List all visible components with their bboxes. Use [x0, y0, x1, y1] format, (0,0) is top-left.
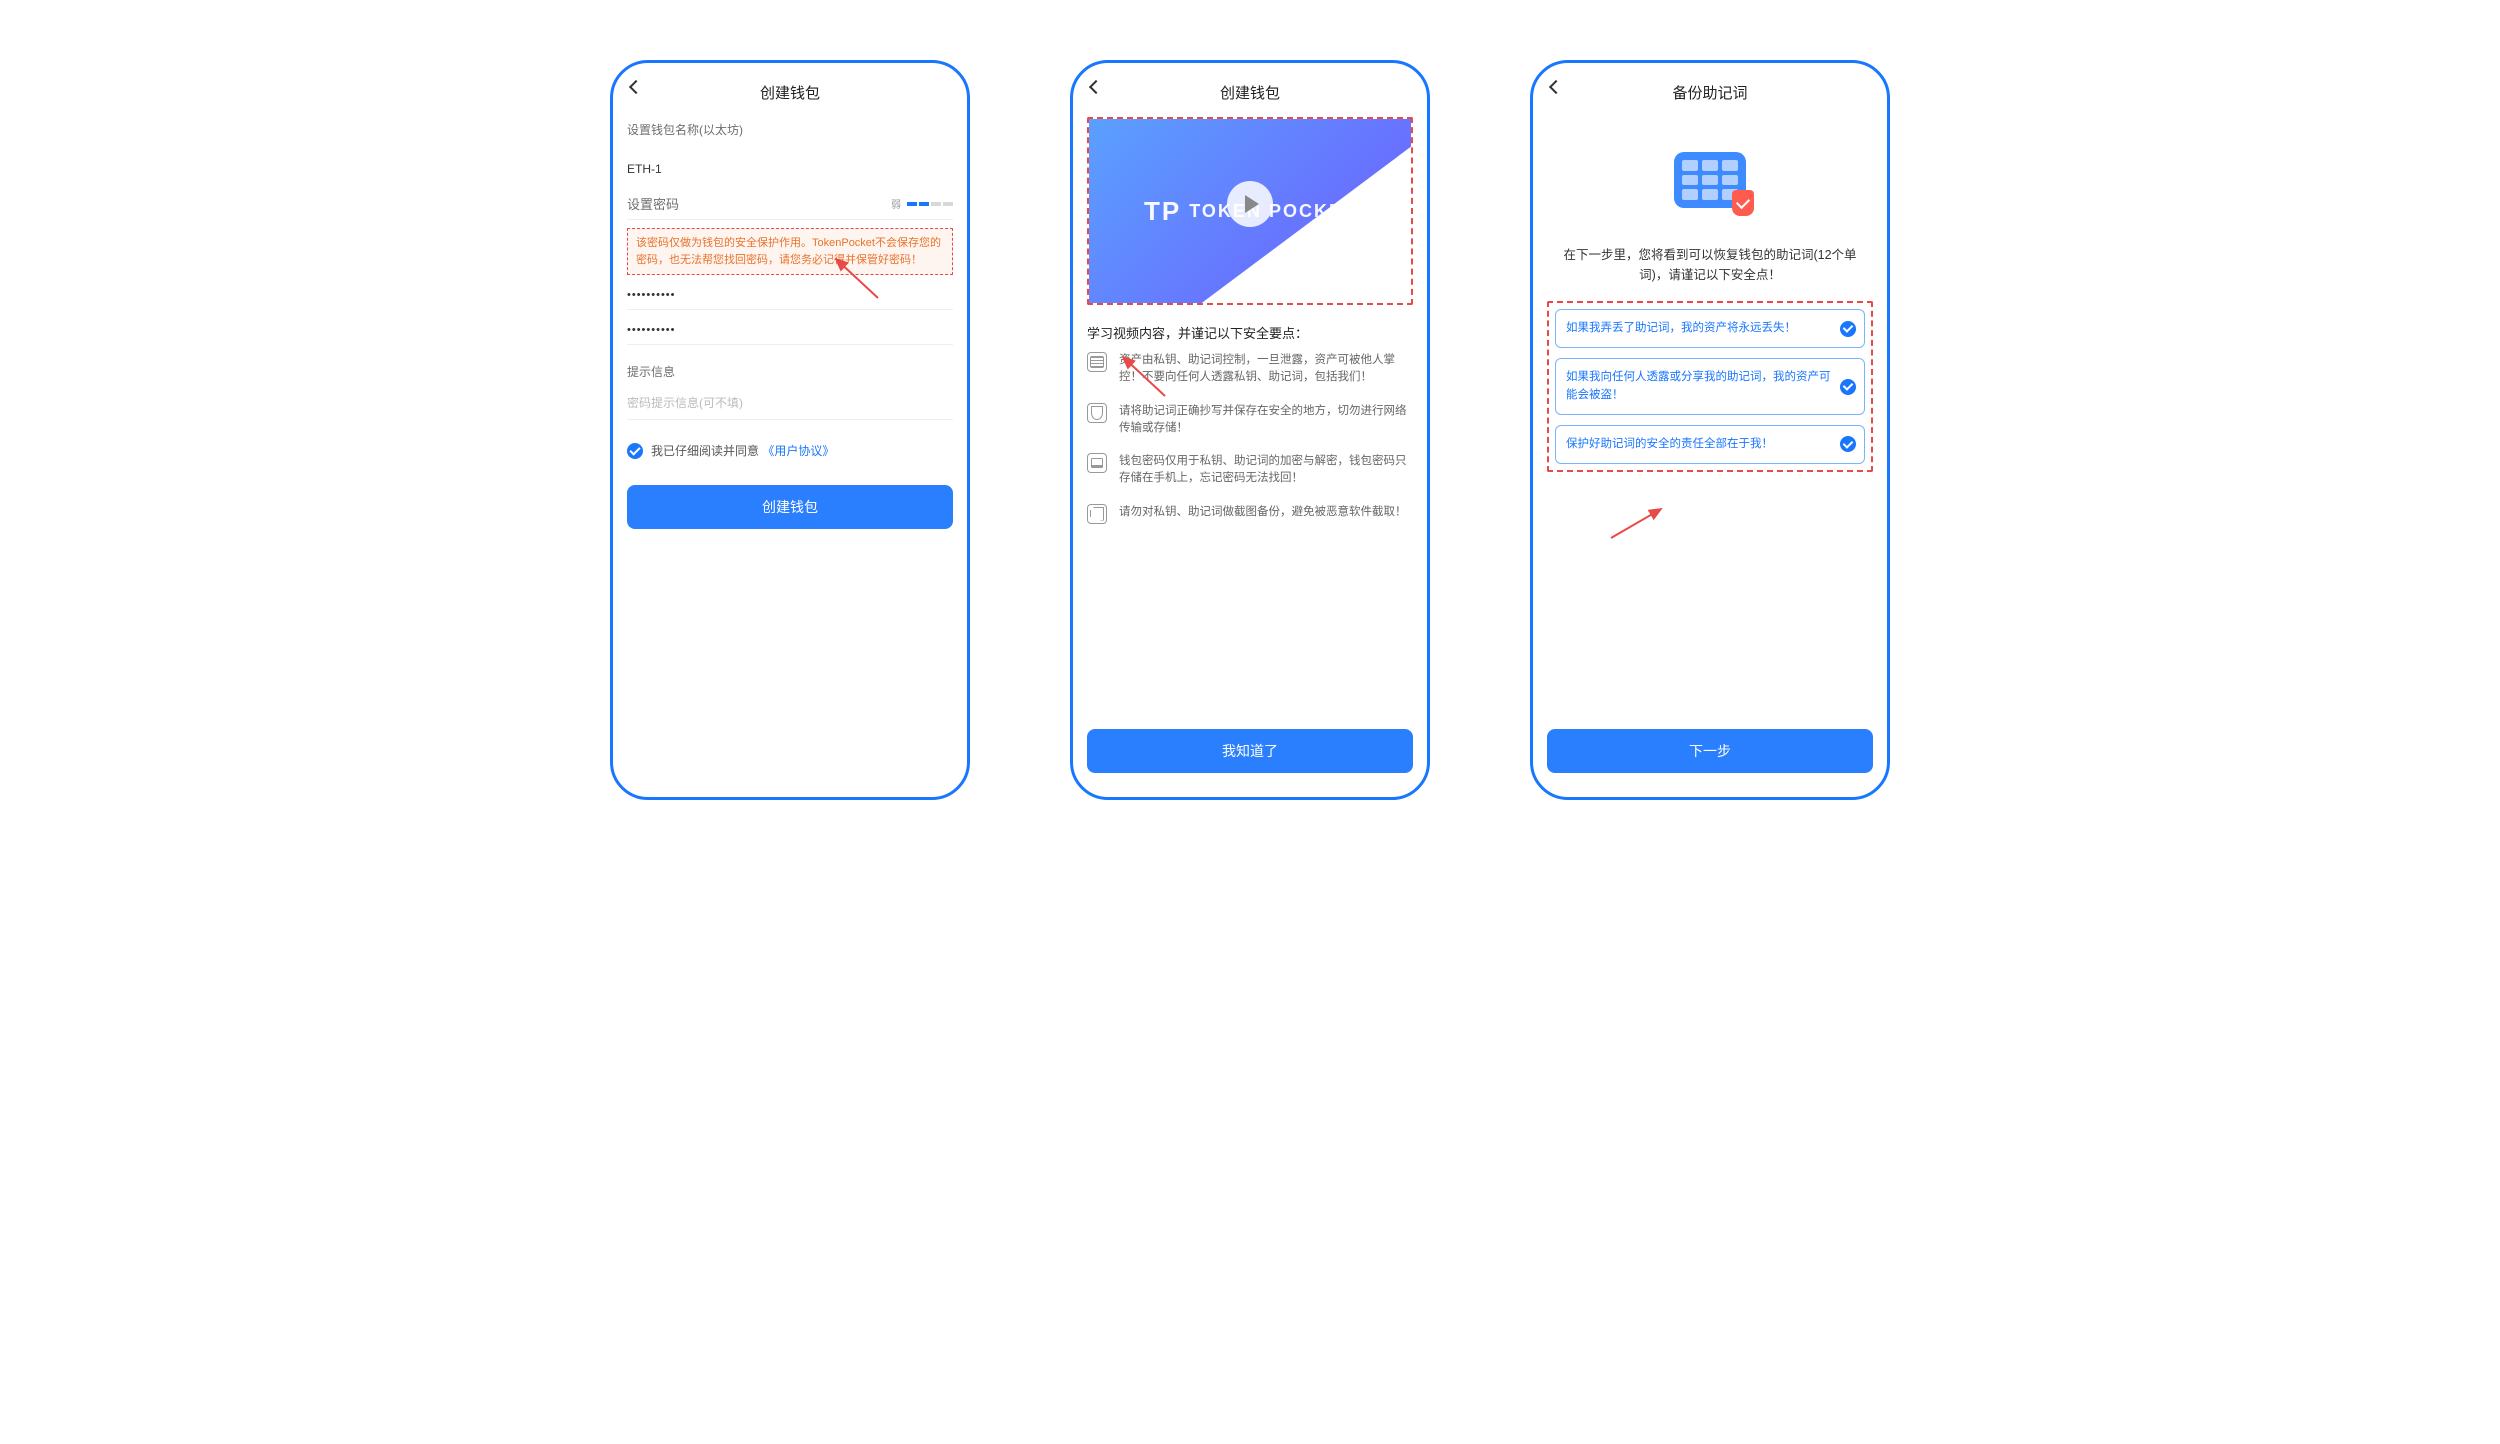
tips-heading: 学习视频内容，并谨记以下安全要点： [1087, 323, 1413, 342]
tip-text: 请将助记词正确抄写并保存在安全的地方，切勿进行网络传输或存储！ [1119, 403, 1413, 438]
ack-item-lost[interactable]: 如果我弄丢了助记词，我的资产将永远丢失！ [1555, 309, 1865, 348]
page-title: 创建钱包 [1220, 82, 1280, 103]
check-icon [1840, 436, 1856, 452]
lock-icon [1087, 453, 1107, 473]
phone-screen-create-wallet-form: 创建钱包 设置钱包名称(以太坊) ETH-1 设置密码 弱 该密码仅做为钱包的安… [610, 60, 970, 800]
hint-input[interactable]: 密码提示信息(可不填) [627, 380, 953, 420]
agree-checkbox-icon[interactable] [627, 443, 643, 459]
wallet-name-input[interactable]: ETH-1 [627, 148, 953, 184]
brand-tp-icon: TP [1144, 196, 1181, 227]
hint-label: 提示信息 [627, 363, 953, 380]
ack-item-responsibility[interactable]: 保护好助记词的安全的责任全部在于我！ [1555, 425, 1865, 464]
tip-item: 资产由私钥、助记词控制，一旦泄露，资产可被他人掌控！不要向任何人透露私钥、助记词… [1087, 352, 1413, 387]
agree-text: 我已仔细阅读并同意 [651, 444, 759, 458]
tip-text: 请勿对私钥、助记词做截图备份，避免被恶意软件截取！ [1119, 504, 1407, 521]
mnemonic-grid-icon [1674, 152, 1746, 208]
tutorial-video-box[interactable]: TP TOKEN POCKET [1087, 117, 1413, 305]
shield-check-icon [1732, 190, 1754, 216]
check-icon [1840, 379, 1856, 395]
user-agreement-link[interactable]: 《用户协议》 [762, 444, 834, 458]
back-icon[interactable] [1089, 80, 1103, 94]
password-input[interactable]: •••••••••• [627, 275, 953, 310]
back-icon[interactable] [629, 80, 643, 94]
back-icon[interactable] [1549, 80, 1563, 94]
header: 创建钱包 [627, 77, 953, 107]
asset-control-icon [1087, 352, 1107, 372]
create-wallet-button[interactable]: 创建钱包 [627, 485, 953, 529]
acknowledge-button[interactable]: 我知道了 [1087, 729, 1413, 773]
acknowledgement-group: 如果我弄丢了助记词，我的资产将永远丢失！ 如果我向任何人透露或分享我的助记词，我… [1547, 301, 1873, 472]
content: 在下一步里，您将看到可以恢复钱包的助记词(12个单词)，请谨记以下安全点！ 如果… [1547, 115, 1873, 779]
tip-text: 资产由私钥、助记词控制，一旦泄露，资产可被他人掌控！不要向任何人透露私钥、助记词… [1119, 352, 1413, 387]
password-confirm-input[interactable]: •••••••••• [627, 310, 953, 345]
ack-text: 如果我弄丢了助记词，我的资产将永远丢失！ [1566, 322, 1796, 334]
ack-text: 保护好助记词的安全的责任全部在于我！ [1566, 438, 1773, 450]
header: 备份助记词 [1547, 77, 1873, 107]
ack-text: 如果我向任何人透露或分享我的助记词，我的资产可能会被盗！ [1566, 371, 1831, 400]
next-step-button[interactable]: 下一步 [1547, 729, 1873, 773]
wallet-name-label: 设置钱包名称(以太坊) [627, 121, 953, 138]
mnemonic-hero [1547, 115, 1873, 245]
strength-text: 弱 [891, 196, 901, 211]
ack-item-share[interactable]: 如果我向任何人透露或分享我的助记词，我的资产可能会被盗！ [1555, 358, 1865, 415]
form-content: 设置钱包名称(以太坊) ETH-1 设置密码 弱 该密码仅做为钱包的安全保护作用… [627, 115, 953, 779]
tip-item: 请将助记词正确抄写并保存在安全的地方，切勿进行网络传输或存储！ [1087, 403, 1413, 438]
header: 创建钱包 [1087, 77, 1413, 107]
password-strength-meter: 弱 [891, 196, 953, 211]
shield-icon [1087, 403, 1107, 423]
phone-screen-backup-mnemonic: 备份助记词 在下一步里，您将看到可以恢复钱包的助记词(12个单词)，请谨记以下安… [1530, 60, 1890, 800]
check-icon [1840, 321, 1856, 337]
agree-row[interactable]: 我已仔细阅读并同意 《用户协议》 [627, 442, 953, 459]
tip-text: 钱包密码仅用于私钥、助记词的加密与解密，钱包密码只存储在手机上，忘记密码无法找回… [1119, 453, 1413, 488]
phone-screen-security-video: 创建钱包 TP TOKEN POCKET 学习视频内容，并谨记以下安全要点： 资… [1070, 60, 1430, 800]
password-label: 设置密码 [627, 194, 679, 213]
mnemonic-description: 在下一步里，您将看到可以恢复钱包的助记词(12个单词)，请谨记以下安全点！ [1553, 245, 1867, 285]
tip-item: 请勿对私钥、助记词做截图备份，避免被恶意软件截取！ [1087, 504, 1413, 524]
play-icon[interactable] [1227, 181, 1273, 227]
password-warning-box: 该密码仅做为钱包的安全保护作用。TokenPocket不会保存您的密码，也无法帮… [627, 228, 953, 275]
tip-item: 钱包密码仅用于私钥、助记词的加密与解密，钱包密码只存储在手机上，忘记密码无法找回… [1087, 453, 1413, 488]
content: TP TOKEN POCKET 学习视频内容，并谨记以下安全要点： 资产由私钥、… [1087, 115, 1413, 779]
page-title: 创建钱包 [760, 82, 820, 103]
no-screenshot-icon [1087, 504, 1107, 524]
page-title: 备份助记词 [1672, 82, 1747, 103]
annotation-arrow-icon [1603, 503, 1673, 543]
password-row: 设置密码 弱 [627, 184, 953, 220]
